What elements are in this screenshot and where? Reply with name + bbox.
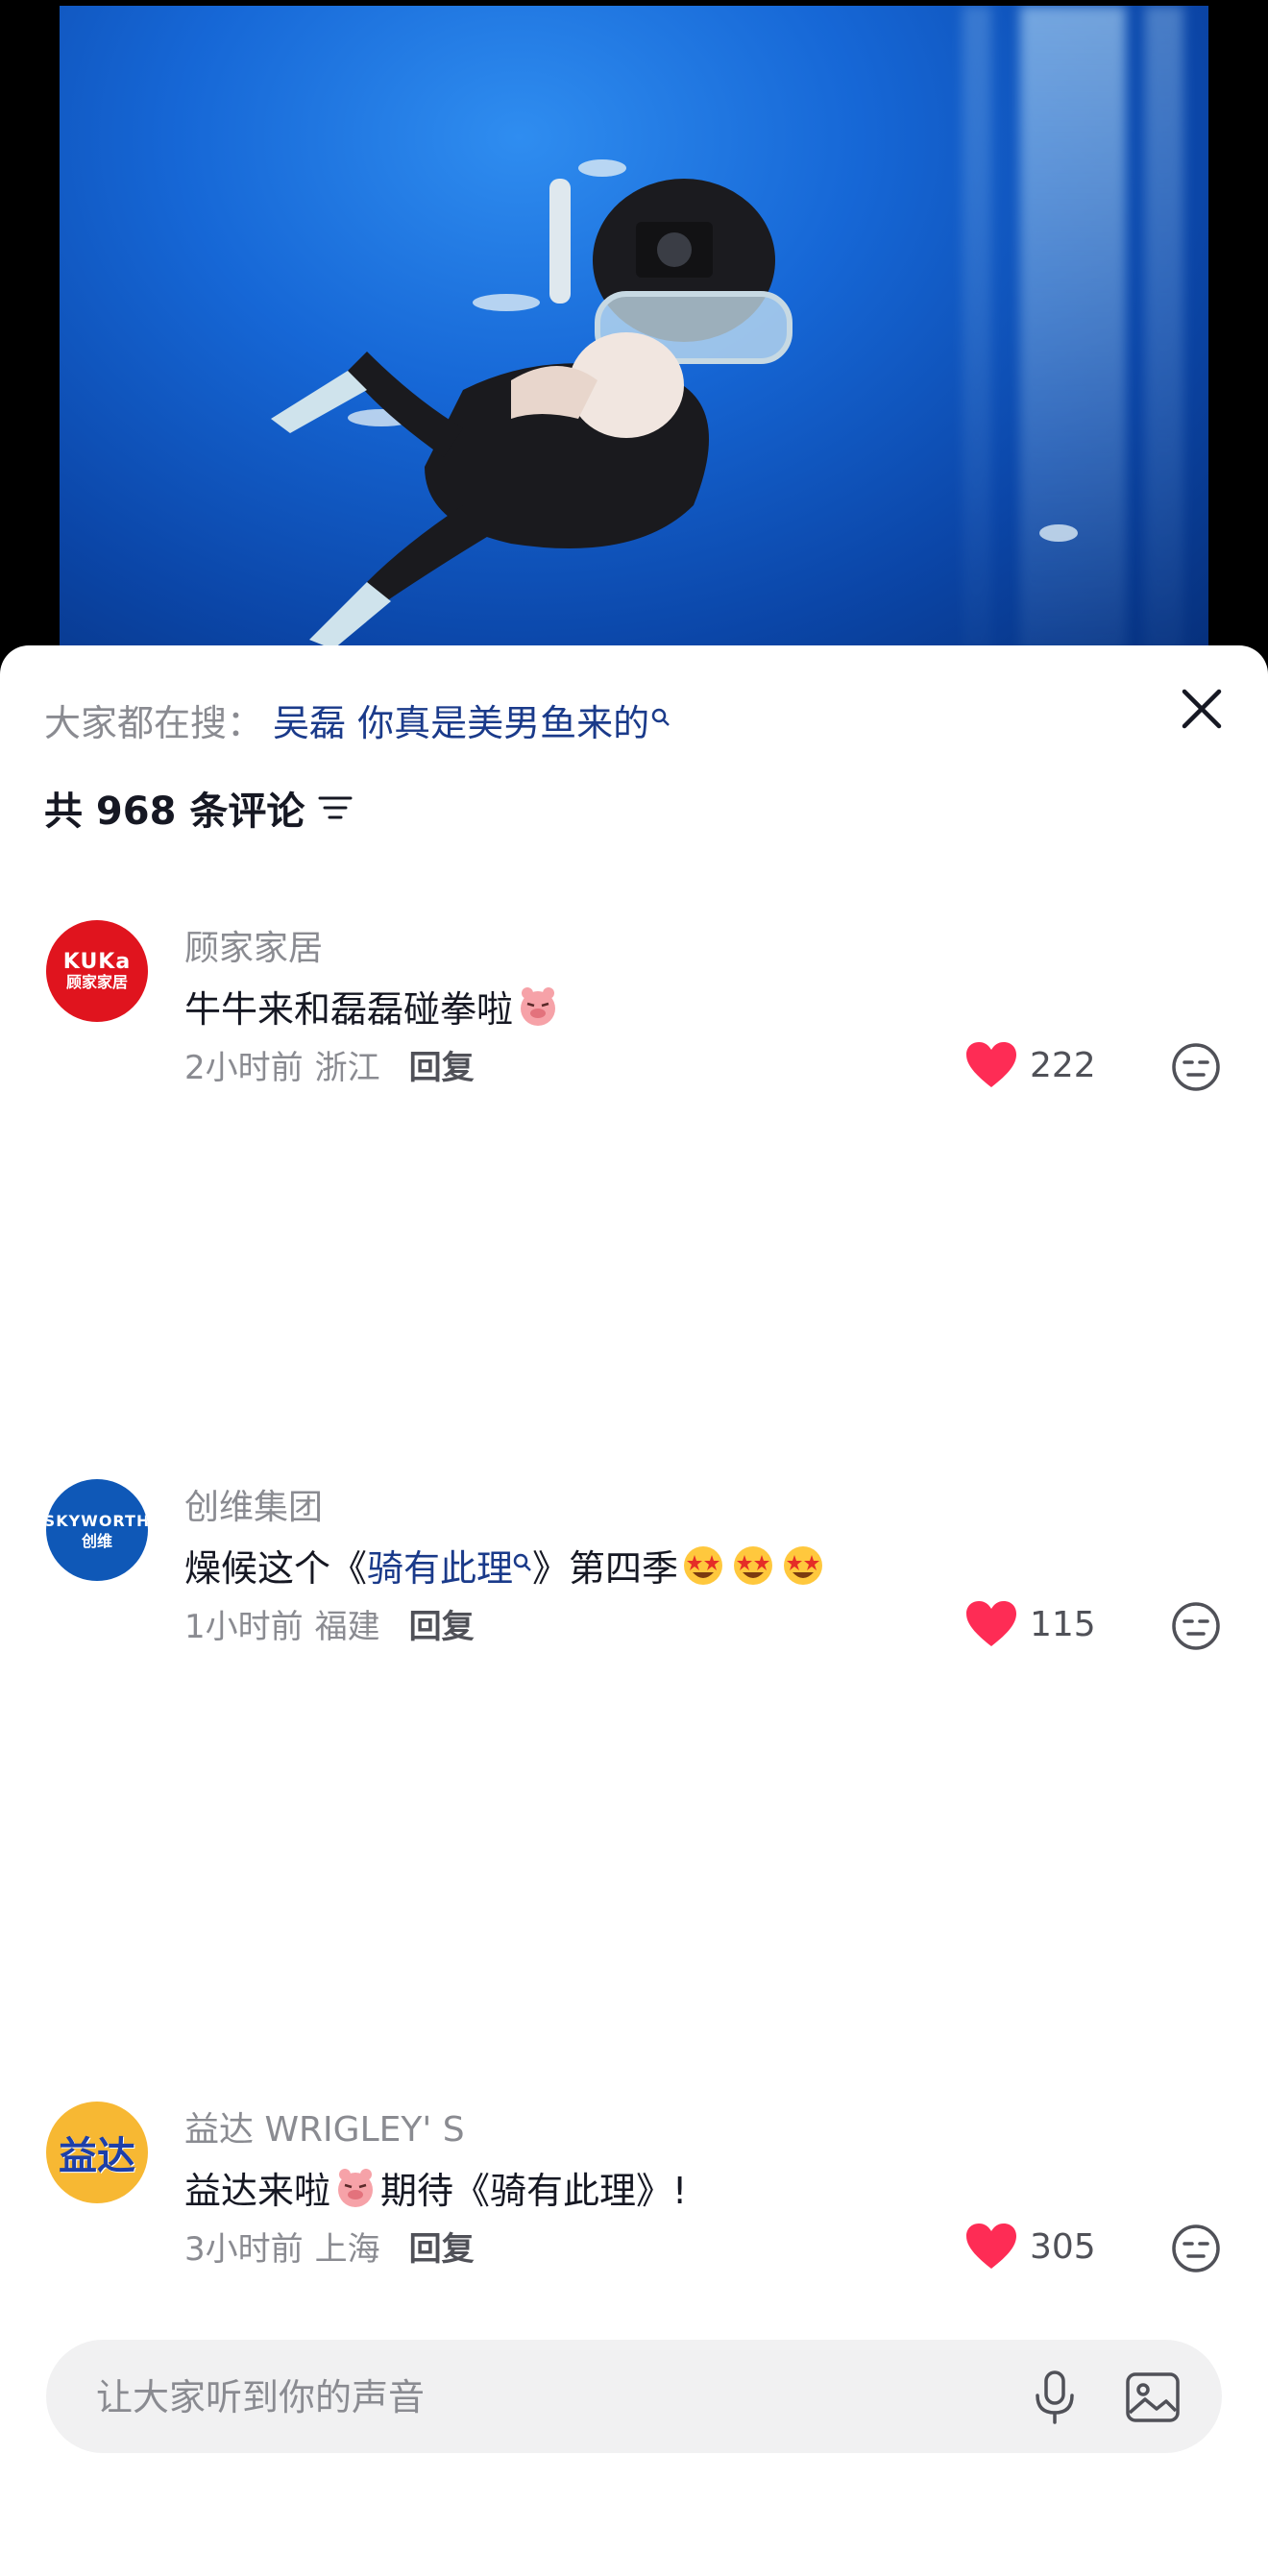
neutral-face-icon[interactable] <box>1170 1041 1222 1093</box>
comment-username[interactable]: 创维集团 <box>184 1479 323 1529</box>
close-icon <box>1182 689 1222 729</box>
comment-text-content: 益达来啦 <box>184 2170 331 2212</box>
avatar[interactable]: SKYWORTH 创维 <box>46 1479 148 1581</box>
comment-item: 益达 益达 WRIGLEY' S 益达来啦 期待《骑有此理》! 3小时前 上海 … <box>0 2102 1268 2313</box>
like-button[interactable]: 222 <box>964 1041 1096 1089</box>
heart-icon <box>966 1601 1016 1646</box>
comment-time: 2小时前 <box>184 1049 304 1087</box>
comment-count-label: 共 968 条评论 <box>44 790 305 834</box>
search-icon <box>651 708 671 733</box>
like-button[interactable]: 305 <box>964 2223 1096 2271</box>
comment-search-link[interactable]: 骑有此理 <box>367 1539 513 1592</box>
reply-button[interactable]: 回复 <box>409 1600 475 1647</box>
comment-sheet: 大家都在搜： 吴磊 你真是美男鱼来的 共 968 条评论 KUKa 顾家家居 顾… <box>0 645 1268 2576</box>
like-button[interactable]: 115 <box>964 1600 1096 1648</box>
like-count: 115 <box>1030 1604 1096 1644</box>
comment-meta: 3小时前 上海 回复 <box>184 2223 475 2270</box>
comment-input-bar <box>46 2340 1222 2455</box>
sort-icon[interactable] <box>316 789 354 827</box>
avatar-brand-subtext: 顾家家居 <box>65 973 128 991</box>
star-struck-emoji-icon <box>684 1545 723 1585</box>
comment-time: 1小时前 <box>184 1608 304 1646</box>
video-frame <box>60 6 1208 663</box>
neutral-face-icon[interactable] <box>1170 2223 1222 2274</box>
like-count: 222 <box>1030 1045 1096 1085</box>
reply-button[interactable]: 回复 <box>409 1041 475 1088</box>
comment-text-suffix: 》第四季 <box>532 1547 679 1590</box>
trending-search-keyword[interactable]: 吴磊 你真是美男鱼来的 <box>273 693 649 746</box>
comment-location: 上海 <box>314 2230 380 2269</box>
star-struck-emoji-icon <box>784 1545 823 1585</box>
comment-item: SKYWORTH 创维 创维集团 燥候这个《 骑有此理 》第四季 1小时前 福建… <box>0 1479 1268 1690</box>
avatar[interactable]: 益达 <box>46 2102 148 2203</box>
comment-text-content: 牛牛来和磊磊碰拳啦 <box>184 988 514 1031</box>
diver-figure <box>271 179 792 649</box>
comment-time: 3小时前 <box>184 2230 304 2269</box>
comment-text: 益达来啦 期待《骑有此理》! <box>184 2161 687 2214</box>
comment-location: 福建 <box>314 1608 380 1646</box>
heart-icon <box>966 1042 1016 1087</box>
comment-text: 燥候这个《 骑有此理 》第四季 <box>184 1539 828 1592</box>
search-icon <box>513 1553 532 1578</box>
avatar-brand-text: SKYWORTH <box>46 1512 148 1530</box>
comment-count: 共 968 条评论 <box>44 780 354 836</box>
comment-username[interactable]: 益达 WRIGLEY' S <box>184 2102 465 2151</box>
close-button[interactable] <box>1177 684 1227 734</box>
comment-location: 浙江 <box>314 1049 380 1087</box>
avatar[interactable]: KUKa 顾家家居 <box>46 920 148 1022</box>
trending-search-prefix: 大家都在搜： <box>44 702 264 744</box>
comment-meta: 1小时前 福建 回复 <box>184 1600 475 1647</box>
trending-search-hint[interactable]: 大家都在搜： 吴磊 你真是美男鱼来的 <box>44 693 671 746</box>
avatar-brand-subtext: 创维 <box>81 1532 112 1550</box>
comment-text-content: 燥候这个《 <box>184 1547 368 1590</box>
avatar-brand-text: 益达 <box>59 2134 135 2178</box>
pig-emoji-icon <box>521 986 556 1026</box>
comment-username[interactable]: 顾家家居 <box>184 920 323 970</box>
neutral-face-icon[interactable] <box>1170 1600 1222 1652</box>
image-icon[interactable] <box>1124 2369 1182 2426</box>
comment-input[interactable] <box>94 2340 1001 2455</box>
comment-text: 牛牛来和磊磊碰拳啦 <box>184 980 563 1033</box>
pig-emoji-icon <box>338 2168 374 2207</box>
comment-meta: 2小时前 浙江 回复 <box>184 1041 475 1088</box>
avatar-brand-text: KUKa <box>62 950 132 974</box>
reply-button[interactable]: 回复 <box>409 2223 475 2270</box>
video-player[interactable] <box>0 0 1268 663</box>
like-count: 305 <box>1030 2226 1096 2267</box>
star-struck-emoji-icon <box>734 1545 773 1585</box>
microphone-icon[interactable] <box>1028 2369 1082 2426</box>
heart-icon <box>966 2224 1016 2269</box>
comment-text-suffix: 期待《骑有此理》! <box>380 2170 688 2212</box>
comment-item: KUKa 顾家家居 顾家家居 牛牛来和磊磊碰拳啦 2小时前 浙江 回复 222 <box>0 920 1268 1131</box>
